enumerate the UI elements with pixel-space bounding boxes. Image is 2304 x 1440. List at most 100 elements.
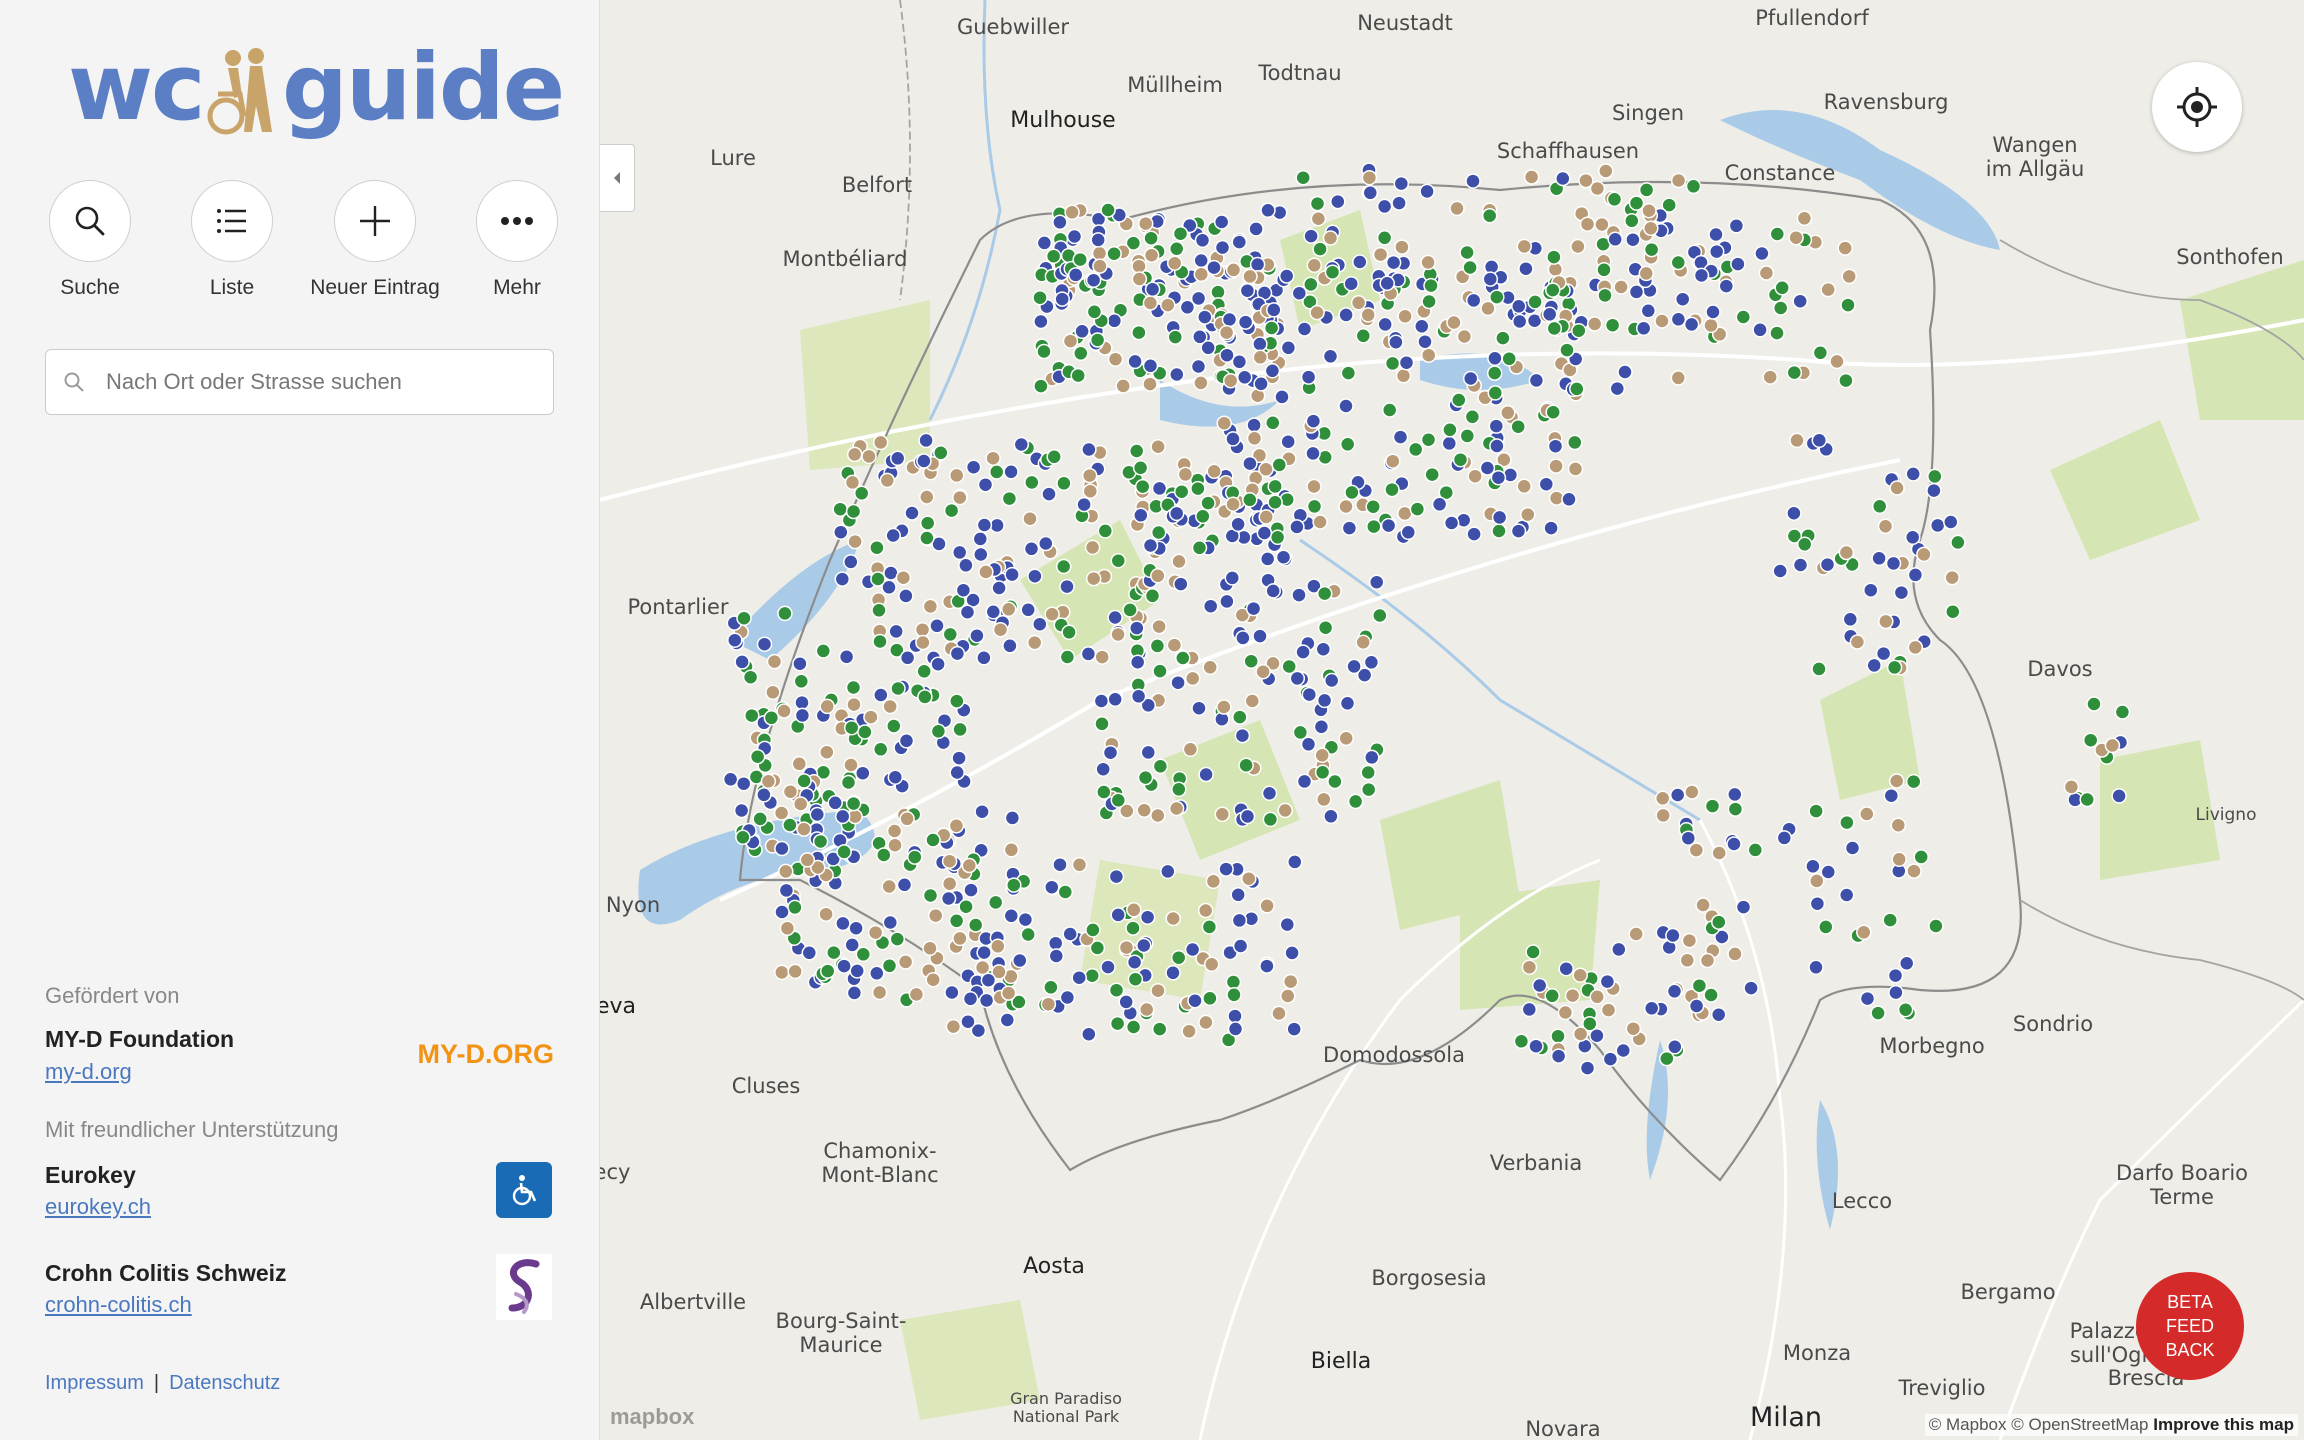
impressum-link[interactable]: Impressum — [45, 1372, 144, 1395]
toilet-marker[interactable] — [1230, 887, 1246, 903]
toilet-marker[interactable] — [1849, 634, 1866, 650]
toilet-marker[interactable] — [1023, 541, 1040, 557]
toilet-marker[interactable] — [1002, 638, 1018, 654]
toilet-marker[interactable] — [1654, 313, 1670, 329]
toilet-marker[interactable] — [1950, 534, 1966, 551]
toilet-marker[interactable] — [794, 707, 811, 724]
toilet-marker[interactable] — [2111, 788, 2127, 804]
toilet-marker[interactable] — [1531, 977, 1548, 994]
toilet-marker[interactable] — [985, 450, 1001, 466]
toilet-marker[interactable] — [955, 582, 972, 598]
toilet-marker[interactable] — [1303, 228, 1319, 244]
toilet-marker[interactable] — [1839, 814, 1855, 831]
toilet-marker[interactable] — [1796, 536, 1813, 553]
toilet-marker[interactable] — [1168, 505, 1185, 522]
toilet-marker[interactable] — [1312, 514, 1328, 530]
toilet-marker[interactable] — [1004, 810, 1021, 826]
toilet-marker[interactable] — [989, 517, 1005, 534]
toilet-marker[interactable] — [1819, 556, 1836, 573]
toilet-marker[interactable] — [1543, 520, 1559, 536]
toilet-marker[interactable] — [944, 984, 960, 1001]
toilet-marker[interactable] — [917, 689, 933, 705]
toilet-marker[interactable] — [1274, 389, 1290, 405]
toilet-marker[interactable] — [1086, 304, 1103, 320]
toilet-marker[interactable] — [1548, 458, 1564, 474]
toilet-marker[interactable] — [1792, 293, 1808, 309]
supporter-link-eurokey[interactable]: eurokey.ch — [45, 1194, 151, 1220]
toilet-marker[interactable] — [879, 472, 896, 489]
toilet-marker[interactable] — [1866, 657, 1882, 674]
toilet-marker[interactable] — [1110, 792, 1127, 809]
toilet-marker[interactable] — [1013, 436, 1030, 453]
toilet-marker[interactable] — [948, 467, 965, 484]
toilet-marker[interactable] — [1036, 235, 1053, 251]
toilet-marker[interactable] — [1198, 766, 1214, 783]
toilet-marker[interactable] — [1261, 785, 1278, 802]
toilet-marker[interactable] — [1327, 773, 1343, 790]
more-button[interactable]: Mehr — [452, 180, 582, 300]
toilet-marker[interactable] — [1126, 902, 1142, 918]
toilet-marker[interactable] — [1092, 258, 1108, 274]
toilet-marker[interactable] — [1020, 602, 1036, 618]
toilet-marker[interactable] — [1175, 650, 1191, 666]
toilet-marker[interactable] — [1203, 956, 1220, 973]
toilet-marker[interactable] — [1221, 311, 1238, 328]
toilet-marker[interactable] — [846, 696, 862, 713]
toilet-marker[interactable] — [1133, 507, 1149, 524]
toilet-marker[interactable] — [1271, 1005, 1287, 1022]
toilet-marker[interactable] — [1316, 585, 1333, 602]
toilet-marker[interactable] — [1306, 478, 1322, 495]
toilet-marker[interactable] — [1081, 441, 1097, 458]
toilet-marker[interactable] — [1710, 1006, 1727, 1023]
toilet-marker[interactable] — [1786, 364, 1803, 381]
toilet-marker[interactable] — [722, 771, 739, 788]
toilet-marker[interactable] — [1344, 484, 1360, 501]
toilet-marker[interactable] — [1341, 520, 1358, 536]
toilet-marker[interactable] — [1248, 221, 1264, 237]
toilet-marker[interactable] — [895, 569, 912, 586]
toilet-marker[interactable] — [1711, 914, 1727, 930]
toilet-marker[interactable] — [872, 741, 889, 758]
toilet-marker[interactable] — [1338, 398, 1354, 414]
toilet-marker[interactable] — [1491, 523, 1507, 539]
toilet-marker[interactable] — [1871, 498, 1888, 515]
toilet-marker[interactable] — [1252, 628, 1268, 644]
toilet-marker[interactable] — [940, 890, 957, 907]
toilet-marker[interactable] — [1728, 218, 1745, 234]
toilet-marker[interactable] — [1380, 517, 1397, 534]
toilet-marker[interactable] — [907, 849, 923, 865]
toilet-marker[interactable] — [1232, 709, 1248, 725]
toilet-marker[interactable] — [1168, 241, 1185, 257]
toilet-marker[interactable] — [1398, 354, 1415, 371]
toilet-marker[interactable] — [1171, 781, 1187, 798]
toilet-marker[interactable] — [1695, 897, 1711, 913]
toilet-marker[interactable] — [1323, 672, 1340, 689]
toilet-marker[interactable] — [1150, 568, 1166, 584]
toilet-marker[interactable] — [1108, 982, 1125, 998]
toilet-marker[interactable] — [941, 875, 958, 892]
toilet-marker[interactable] — [1239, 808, 1256, 825]
toilet-marker[interactable] — [1303, 276, 1319, 293]
toilet-marker[interactable] — [958, 898, 974, 915]
map-view[interactable]: Guebwiller Neustadt Pfullendorf Müllheim… — [600, 0, 2304, 1440]
toilet-marker[interactable] — [1711, 845, 1727, 861]
toilet-marker[interactable] — [1312, 241, 1328, 257]
toilet-marker[interactable] — [1227, 1021, 1244, 1037]
toilet-marker[interactable] — [1125, 1019, 1142, 1035]
toilet-marker[interactable] — [1280, 340, 1297, 356]
toilet-marker[interactable] — [1070, 367, 1086, 384]
toilet-marker[interactable] — [1181, 1023, 1197, 1040]
toilet-marker[interactable] — [1466, 526, 1482, 542]
toilet-marker[interactable] — [1888, 984, 1904, 1001]
toilet-marker[interactable] — [778, 863, 794, 880]
toilet-marker[interactable] — [1594, 216, 1610, 233]
toilet-marker[interactable] — [1245, 600, 1262, 617]
toilet-marker[interactable] — [1252, 349, 1269, 366]
toilet-marker[interactable] — [819, 744, 835, 760]
toilet-marker[interactable] — [1152, 758, 1169, 775]
toilet-marker[interactable] — [1235, 630, 1251, 646]
toilet-marker[interactable] — [1168, 800, 1185, 817]
toilet-marker[interactable] — [855, 765, 871, 781]
toilet-marker[interactable] — [1842, 611, 1859, 628]
toilet-marker[interactable] — [951, 544, 968, 561]
